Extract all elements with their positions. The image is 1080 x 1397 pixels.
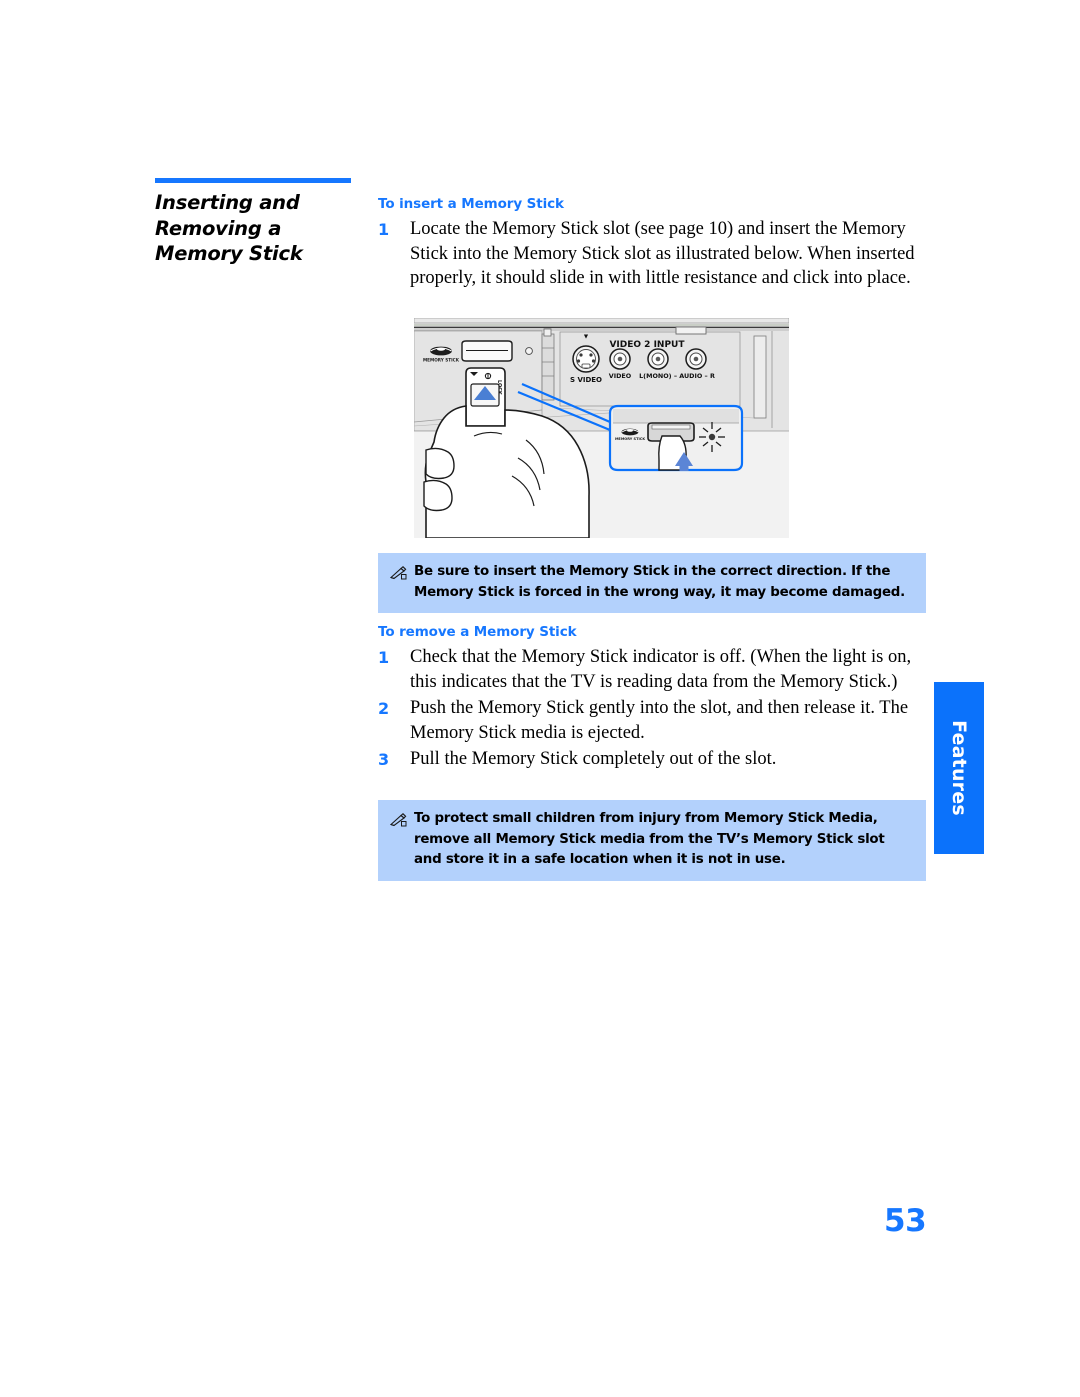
insert-section: To insert a Memory Stick 1 Locate the Me… <box>378 196 926 293</box>
remove-section: To remove a Memory Stick 1 Check that th… <box>378 624 926 775</box>
svg-text:MEMORY STICK: MEMORY STICK <box>615 437 645 441</box>
svg-text:MEMORY STICK: MEMORY STICK <box>423 358 460 363</box>
step-text: Push the Memory Stick gently into the sl… <box>410 698 909 743</box>
section-tab-label: Features <box>948 720 970 816</box>
pencil-note-icon <box>390 562 414 580</box>
list-item: 3 Pull the Memory Stick completely out o… <box>378 747 926 773</box>
insert-step-list: 1 Locate the Memory Stick slot (see page… <box>378 217 926 291</box>
section-tab-features: Features <box>934 682 984 854</box>
list-item: 1 Locate the Memory Stick slot (see page… <box>378 217 926 291</box>
step-text: Locate the Memory Stick slot (see page 1… <box>410 219 915 288</box>
pencil-note-icon <box>390 809 414 827</box>
remove-subheading: To remove a Memory Stick <box>378 624 577 640</box>
remove-step-list: 1 Check that the Memory Stick indicator … <box>378 645 926 773</box>
memory-stick-illustration: MEMORY STICK VIDEO 2 INPUT ▼ S VIDEO VID… <box>414 318 789 538</box>
magnified-inset: MEMORY STICK <box>608 404 744 472</box>
step-number: 1 <box>378 220 390 239</box>
svg-text:VIDEO: VIDEO <box>609 372 632 380</box>
svg-text:S VIDEO: S VIDEO <box>570 376 602 384</box>
step-number: 1 <box>378 648 390 667</box>
list-item: 2 Push the Memory Stick gently into the … <box>378 696 926 745</box>
memory-stick-slot <box>461 340 513 362</box>
page-title: Inserting and Removing a Memory Stick <box>155 191 303 265</box>
list-item: 1 Check that the Memory Stick indicator … <box>378 645 926 694</box>
heading-rule <box>155 178 351 183</box>
note-child-safety: To protect small children from injury fr… <box>378 800 926 881</box>
step-number: 3 <box>378 750 390 769</box>
note-insert-direction: Be sure to insert the Memory Stick in th… <box>378 553 926 613</box>
note-text: Be sure to insert the Memory Stick in th… <box>414 564 905 600</box>
step-text: Pull the Memory Stick completely out of … <box>410 749 777 769</box>
insert-subheading: To insert a Memory Stick <box>378 196 564 212</box>
step-number: 2 <box>378 699 390 718</box>
step-text: Check that the Memory Stick indicator is… <box>410 647 912 692</box>
note-text: To protect small children from injury fr… <box>414 811 885 867</box>
memory-stick-indicator-led <box>525 347 533 355</box>
document-page: Inserting and Removing a Memory Stick To… <box>0 0 1080 1397</box>
page-number: 53 <box>884 1203 927 1239</box>
svg-text:L(MONO) – AUDIO – R: L(MONO) – AUDIO – R <box>639 372 715 380</box>
